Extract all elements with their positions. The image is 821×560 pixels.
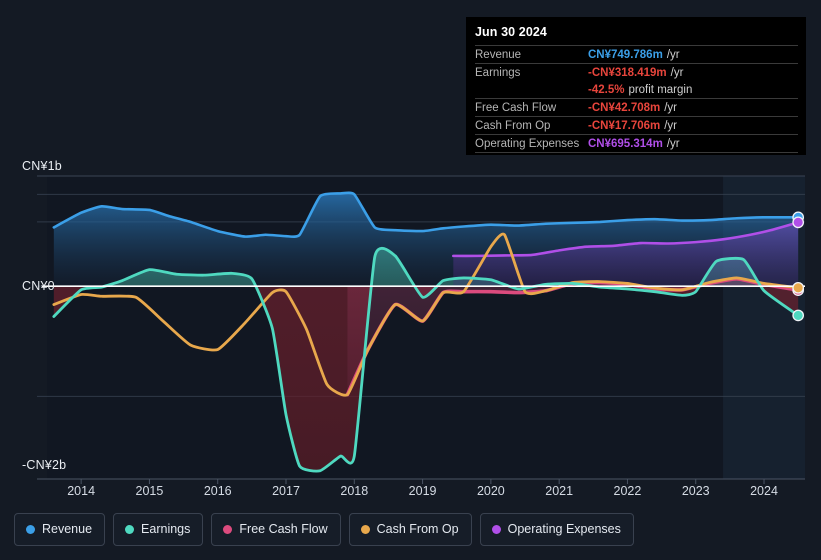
tooltip-row-free-cash-flow: Free Cash Flow -CN¥42.708m/yr [475, 98, 798, 116]
data-tooltip: Jun 30 2024 Revenue CN¥749.786m/yr Earning… [466, 17, 806, 155]
y-axis-label-zero: CN¥0 [22, 279, 55, 293]
legend-item-earnings[interactable]: Earnings [113, 512, 204, 546]
legend-item-label: Revenue [42, 521, 93, 536]
tooltip-row-operating-expenses: Operating Expenses CN¥695.314m/yr [475, 134, 798, 152]
tooltip-row-value: -CN¥17.706m [588, 119, 661, 132]
legend-color-dot-icon [491, 524, 501, 534]
tooltip-row-value: -CN¥318.419m [588, 66, 667, 79]
tooltip-row-unit: /yr [666, 48, 680, 61]
legend-item-free-cash-flow[interactable]: Free Cash Flow [211, 512, 341, 546]
legend-color-dot-icon [223, 524, 233, 534]
legend-color-dot-icon [26, 524, 35, 534]
x-axis-tick-2019: 2019 [408, 484, 437, 498]
tooltip-row-value: CN¥749.786m [588, 48, 663, 61]
legend-item-label: Earnings [141, 521, 191, 536]
legend-item-label: Operating Expenses [507, 521, 621, 536]
tooltip-row-key: Cash From Op [475, 119, 551, 132]
legend-color-dot-icon [125, 524, 135, 534]
tooltip-row-value: CN¥695.314m [588, 137, 663, 150]
tooltip-row-unit: /yr [664, 101, 678, 114]
tooltip-row-unit: profit margin [628, 83, 693, 96]
legend-item-label: Free Cash Flow [239, 521, 328, 536]
x-axis-tick-2018: 2018 [340, 484, 369, 498]
chart-legend: Revenue Earnings Free Cash Flow Cash From O… [0, 505, 821, 553]
x-axis-tick-2016: 2016 [203, 484, 232, 498]
tooltip-row-profit-margin: -42.5% profit margin [475, 81, 798, 98]
endpoint-marker-cash-from-op [792, 281, 805, 294]
tooltip-row-unit: /yr [666, 137, 680, 150]
tooltip-row-value: -42.5% [588, 83, 625, 96]
legend-item-cash-from-op[interactable]: Cash From Op [348, 512, 472, 546]
tooltip-bottom-divider [475, 152, 798, 153]
tooltip-row-unit: /yr [664, 119, 678, 132]
tooltip-row-key: Operating Expenses [475, 137, 580, 150]
x-axis-tick-2015: 2015 [135, 484, 164, 498]
x-axis-tick-2022: 2022 [613, 484, 642, 498]
x-axis-tick-2014: 2014 [67, 484, 96, 498]
x-axis-tick-2024: 2024 [750, 484, 778, 498]
legend-item-operating-expenses[interactable]: Operating Expenses [479, 512, 634, 546]
legend-item-revenue[interactable]: Revenue [14, 512, 106, 546]
x-axis-tick-2023: 2023 [681, 484, 710, 498]
tooltip-row-value: -CN¥42.708m [588, 101, 661, 114]
x-axis-tick-2017: 2017 [272, 484, 300, 498]
tooltip-row-key: Earnings [475, 66, 521, 79]
x-axis-tick-2021: 2021 [545, 484, 574, 498]
tooltip-rows: Revenue CN¥749.786m/yr Earnings -CN¥318.419… [466, 45, 806, 153]
y-axis-label-top: CN¥1b [22, 159, 62, 173]
tooltip-row-key: Revenue [475, 48, 522, 61]
tooltip-row-cash-from-op: Cash From Op -CN¥17.706m/yr [475, 116, 798, 134]
tooltip-row-revenue: Revenue CN¥749.786m/yr [475, 45, 798, 63]
tooltip-row-key: Free Cash Flow [475, 101, 557, 114]
tooltip-row-unit: /yr [670, 66, 684, 79]
x-axis-tick-2020: 2020 [476, 484, 505, 498]
tooltip-date: Jun 30 2024 [475, 25, 547, 39]
legend-color-dot-icon [360, 524, 370, 534]
legend-item-label: Cash From Op [376, 521, 459, 536]
y-axis-label-bottom: -CN¥2b [22, 458, 67, 472]
endpoint-marker-earnings [792, 309, 805, 322]
tooltip-row-earnings: Earnings -CN¥318.419m/yr [475, 63, 798, 81]
endpoint-marker-operating-expenses [792, 216, 805, 229]
